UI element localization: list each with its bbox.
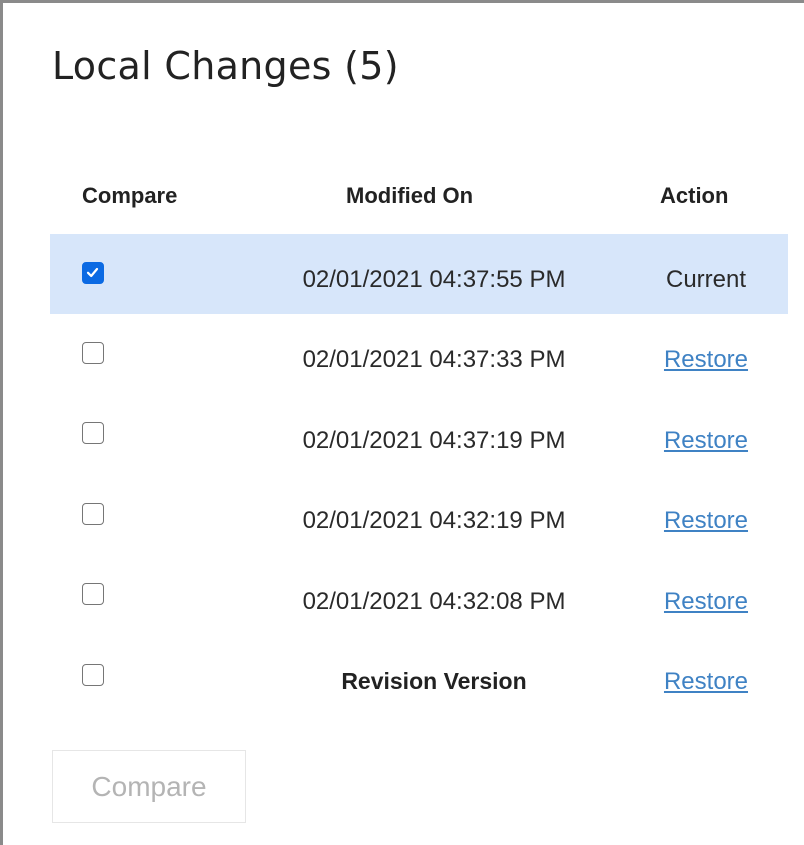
restore-link[interactable]: Restore [654,507,758,535]
compare-checkbox[interactable] [82,422,104,444]
modified-on-cell: Revision Version [341,668,527,694]
restore-link[interactable]: Restore [654,427,758,455]
compare-checkbox[interactable] [82,583,104,605]
compare-button[interactable]: Compare [52,750,246,823]
modified-on-cell: 02/01/2021 04:37:19 PM [302,427,566,454]
restore-link[interactable]: Restore [654,668,758,696]
panel-frame [0,0,804,845]
column-header-modified-on: Modified On [346,183,474,208]
page-title: Local Changes (5) [52,44,399,88]
column-header-compare: Compare [82,183,178,208]
compare-checkbox[interactable] [82,664,104,686]
modified-on-cell: 02/01/2021 04:37:55 PM [302,266,566,293]
compare-checkbox[interactable] [82,262,104,284]
compare-checkbox[interactable] [82,503,104,525]
restore-link[interactable]: Restore [654,588,758,616]
compare-checkbox[interactable] [82,342,104,364]
modified-on-cell: 02/01/2021 04:37:33 PM [302,346,566,373]
modified-on-cell: 02/01/2021 04:32:19 PM [302,507,566,534]
restore-link[interactable]: Restore [654,346,758,374]
checkmark-icon [86,267,99,278]
modified-on-cell: 02/01/2021 04:32:08 PM [302,588,566,615]
action-current-label: Current [665,266,747,293]
column-header-action: Action [660,183,729,208]
